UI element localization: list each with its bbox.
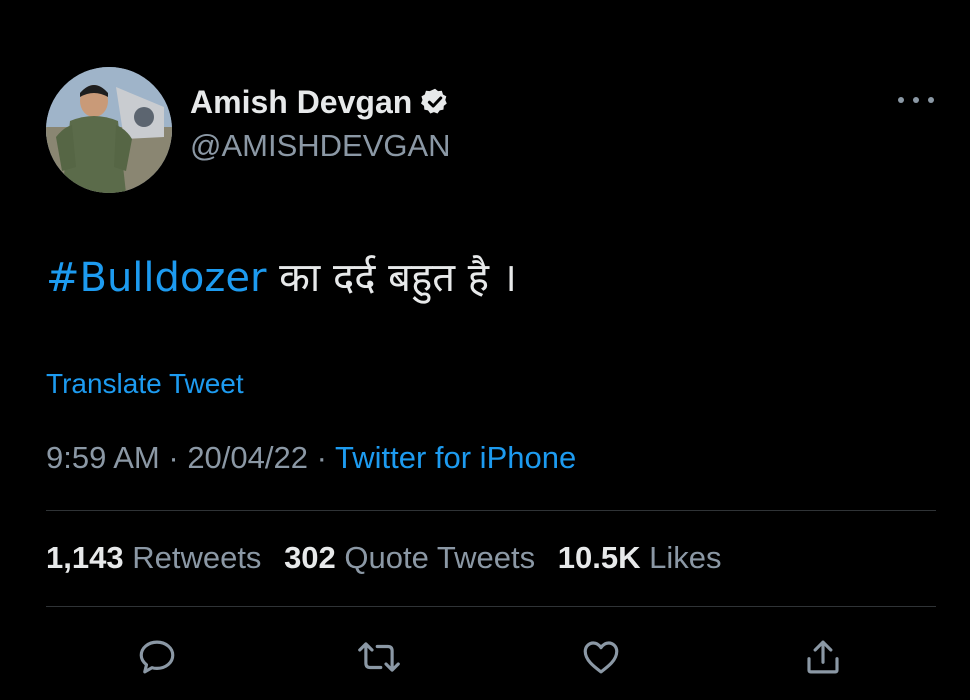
- retweets-label: Retweets: [132, 540, 262, 575]
- author-name-row[interactable]: Amish Devgan: [190, 82, 450, 122]
- like-icon: [583, 641, 619, 674]
- retweet-button[interactable]: [356, 634, 402, 680]
- tweet-actions: [0, 634, 970, 684]
- verified-badge-icon: [420, 87, 450, 117]
- reply-button[interactable]: [134, 634, 180, 680]
- tweet-text: #Bulldozer का दर्द बहुत है ।: [46, 248, 517, 303]
- tweet-time: 9:59 AM: [46, 440, 160, 475]
- likes-count: 10.5K: [557, 540, 641, 575]
- meta-separator: ·: [159, 440, 188, 475]
- quote-tweets-count: 302: [284, 540, 336, 575]
- tweet-body-text: का दर्द बहुत है ।: [266, 255, 517, 301]
- hashtag-link[interactable]: #Bulldozer: [46, 255, 266, 301]
- quote-tweets-stat[interactable]: 302 Quote Tweets: [284, 540, 535, 575]
- tweet-meta: 9:59 AM · 20/04/22 · Twitter for iPhone: [46, 440, 576, 476]
- retweets-count: 1,143: [46, 540, 124, 575]
- tweet-source-link[interactable]: Twitter for iPhone: [335, 440, 576, 475]
- share-icon: [807, 640, 839, 674]
- likes-stat[interactable]: 10.5K Likes: [558, 540, 722, 575]
- reply-icon: [139, 640, 175, 674]
- retweet-icon: [358, 642, 400, 672]
- avatar[interactable]: [46, 67, 172, 193]
- translate-tweet-link[interactable]: Translate Tweet: [46, 368, 244, 400]
- likes-label: Likes: [649, 540, 722, 575]
- display-name[interactable]: Amish Devgan: [190, 84, 412, 121]
- divider: [46, 606, 936, 607]
- meta-separator: ·: [307, 440, 335, 475]
- divider: [46, 510, 936, 511]
- more-options-icon[interactable]: [898, 90, 934, 110]
- tweet-detail: Amish Devgan @AMISHDEVGAN #Bulldozer का …: [0, 0, 970, 700]
- tweet-stats: 1,143 Retweets 302 Quote Tweets 10.5K Li…: [46, 540, 736, 576]
- retweets-stat[interactable]: 1,143 Retweets: [46, 540, 261, 575]
- quote-tweets-label: Quote Tweets: [344, 540, 536, 575]
- share-button[interactable]: [800, 634, 846, 680]
- avatar-image: [46, 67, 172, 193]
- like-button[interactable]: [578, 634, 624, 680]
- author-handle[interactable]: @AMISHDEVGAN: [190, 128, 451, 164]
- tweet-date: 20/04/22: [187, 440, 308, 475]
